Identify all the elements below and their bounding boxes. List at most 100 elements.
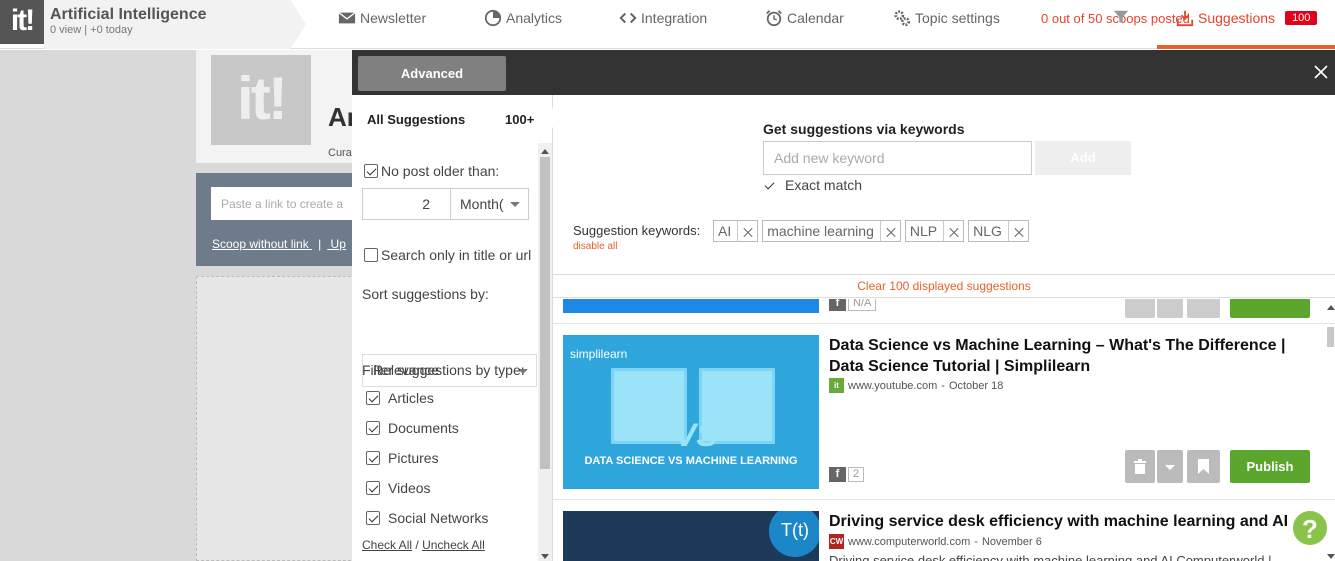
more-options-button[interactable] <box>1157 299 1183 318</box>
topic-header[interactable]: Artificial Intelligence 0 view | +0 toda… <box>44 0 306 49</box>
help-button[interactable]: ? <box>1291 509 1329 547</box>
sidebar-scroll-thumb[interactable] <box>540 157 550 469</box>
nav-label: Suggestions <box>1198 10 1276 26</box>
keywords-title: Get suggestions via keywords <box>763 121 965 137</box>
clear-suggestions-link[interactable]: Clear 100 displayed suggestions <box>553 274 1335 298</box>
filter-checkbox[interactable] <box>366 511 380 525</box>
scoopit-logo[interactable]: it! <box>0 0 44 44</box>
nav-label: Analytics <box>506 10 563 26</box>
advanced-configuration-button[interactable]: Advanced Configuration <box>358 56 506 116</box>
uncheck-all-link[interactable]: Uncheck All <box>422 538 485 552</box>
curated-by-text: Cura <box>328 147 352 159</box>
age-unit-select[interactable]: Month( <box>451 189 528 219</box>
filter-pictures[interactable]: Pictures <box>366 450 439 466</box>
sort-label: Sort suggestions by: <box>362 286 489 302</box>
pie-chart-icon <box>484 9 502 27</box>
filter-articles[interactable]: Articles <box>366 390 434 406</box>
filter-checkbox[interactable] <box>366 391 380 405</box>
keyword-tag[interactable]: NLP <box>904 220 965 242</box>
suggestion-title[interactable]: Data Science vs Machine Learning – What'… <box>829 335 1315 377</box>
topic-logo: it! <box>211 55 311 145</box>
no-post-older-row[interactable]: No post older than: <box>364 163 499 179</box>
item-divider <box>553 499 1335 500</box>
topic-title[interactable]: Artificial Intelligence <box>50 6 206 24</box>
remove-tag-icon[interactable] <box>879 221 900 241</box>
filter-label-text: Social Networks <box>388 510 489 526</box>
exact-match-checkbox[interactable] <box>763 179 775 191</box>
share-count: f N/A <box>829 299 877 311</box>
paste-link-input[interactable]: Paste a link to create a <box>211 187 361 220</box>
nav-suggestions[interactable]: Suggestions 100 <box>1176 9 1318 27</box>
suggestion-thumbnail[interactable]: simplilearn VS DATA SCIENCE VS MACHINE L… <box>563 335 819 489</box>
source-date: October 18 <box>948 379 1004 392</box>
nav-integration[interactable]: Integration <box>619 9 707 27</box>
keyword-tag-text: NLG <box>973 223 1002 239</box>
thumbnail-caption: DATA SCIENCE VS MACHINE LEARNING <box>584 455 798 467</box>
alarm-clock-icon <box>766 10 782 27</box>
publish-button[interactable] <box>1230 299 1310 318</box>
drop-zone <box>196 276 356 561</box>
delete-button[interactable] <box>1125 299 1155 318</box>
nav-topic-settings[interactable]: Topic settings <box>893 9 1000 27</box>
age-filter: 2 Month( <box>362 188 529 220</box>
close-icon[interactable] <box>1313 64 1329 80</box>
suggestions-list: f N/A simplilearn VS DATA SCIENCE VS MAC… <box>553 299 1335 561</box>
age-value-input[interactable]: 2 <box>363 189 451 219</box>
remove-tag-icon[interactable] <box>1007 221 1028 241</box>
no-post-older-label: No post older than: <box>381 163 500 179</box>
keyword-tag-text: machine learning <box>767 223 874 239</box>
exact-match-label: Exact match <box>785 177 863 193</box>
title-url-label: Search only in title or url <box>381 247 532 263</box>
scroll-down-icon[interactable] <box>1327 554 1335 559</box>
scroll-down-icon[interactable] <box>541 554 549 559</box>
add-keyword-button[interactable]: Add <box>1035 141 1131 175</box>
filter-documents[interactable]: Documents <box>366 420 459 436</box>
keyword-tag[interactable]: NLG <box>968 220 1029 242</box>
scoop-without-link-link[interactable]: Scoop without link <box>212 237 309 251</box>
bookmark-button[interactable] <box>1187 299 1220 318</box>
site-favicon-icon: it <box>829 378 844 393</box>
keyword-tag-text: NLP <box>909 223 938 239</box>
suggestion-thumbnail[interactable] <box>563 299 819 313</box>
suggestion-title[interactable]: Driving service desk efficiency with mac… <box>829 511 1315 532</box>
suggestion-thumbnail[interactable]: T(t) <box>563 511 819 561</box>
nav-calendar[interactable]: Calendar <box>765 9 844 27</box>
remove-tag-icon[interactable] <box>943 221 963 241</box>
source-domain[interactable]: www.computerworld.com <box>848 536 970 548</box>
funnel-icon[interactable] <box>1112 8 1130 26</box>
check-all-link[interactable]: Check All <box>362 538 412 552</box>
bookmark-button[interactable] <box>1187 450 1220 483</box>
no-post-older-checkbox[interactable] <box>364 164 378 178</box>
list-scroll-thumb[interactable] <box>1327 327 1334 347</box>
filter-checkbox[interactable] <box>366 481 380 495</box>
filter-social-networks[interactable]: Social Networks <box>366 510 488 526</box>
nav-analytics[interactable]: Analytics <box>484 9 562 27</box>
scroll-up-icon[interactable] <box>541 149 549 154</box>
bookmark-icon <box>1198 459 1209 474</box>
exact-match-row[interactable]: Exact match <box>763 177 862 193</box>
keyword-input[interactable]: Add new keyword <box>763 141 1032 175</box>
scroll-up-icon[interactable] <box>1327 305 1335 310</box>
disable-all-link[interactable]: disable all <box>573 241 617 252</box>
nav-newsletter[interactable]: Newsletter <box>338 9 426 27</box>
publish-button[interactable]: Publish <box>1230 450 1310 483</box>
code-icon <box>619 12 637 24</box>
keyword-tag[interactable]: machine learning <box>762 220 901 242</box>
scoop-without-link: Scoop without link | Up <box>212 237 346 251</box>
filter-checkbox[interactable] <box>366 451 380 465</box>
delete-button[interactable] <box>1125 450 1155 483</box>
trash-icon <box>1134 459 1146 474</box>
title-url-checkbox[interactable] <box>364 248 378 262</box>
filter-checkbox[interactable] <box>366 421 380 435</box>
all-suggestions-label[interactable]: All Suggestions <box>367 112 465 127</box>
filter-videos[interactable]: Videos <box>366 480 431 496</box>
remove-tag-icon[interactable] <box>737 221 757 241</box>
source-domain[interactable]: www.youtube.com <box>848 380 937 392</box>
upload-link[interactable]: Up <box>331 237 346 251</box>
more-options-button[interactable] <box>1157 450 1183 483</box>
filter-label-text: Videos <box>388 480 431 496</box>
title-url-row[interactable]: Search only in title or url <box>364 247 531 263</box>
source-date: November 6 <box>981 535 1042 548</box>
keyword-tag[interactable]: AI <box>713 220 759 242</box>
sidebar-scrollbar[interactable] <box>538 143 552 561</box>
